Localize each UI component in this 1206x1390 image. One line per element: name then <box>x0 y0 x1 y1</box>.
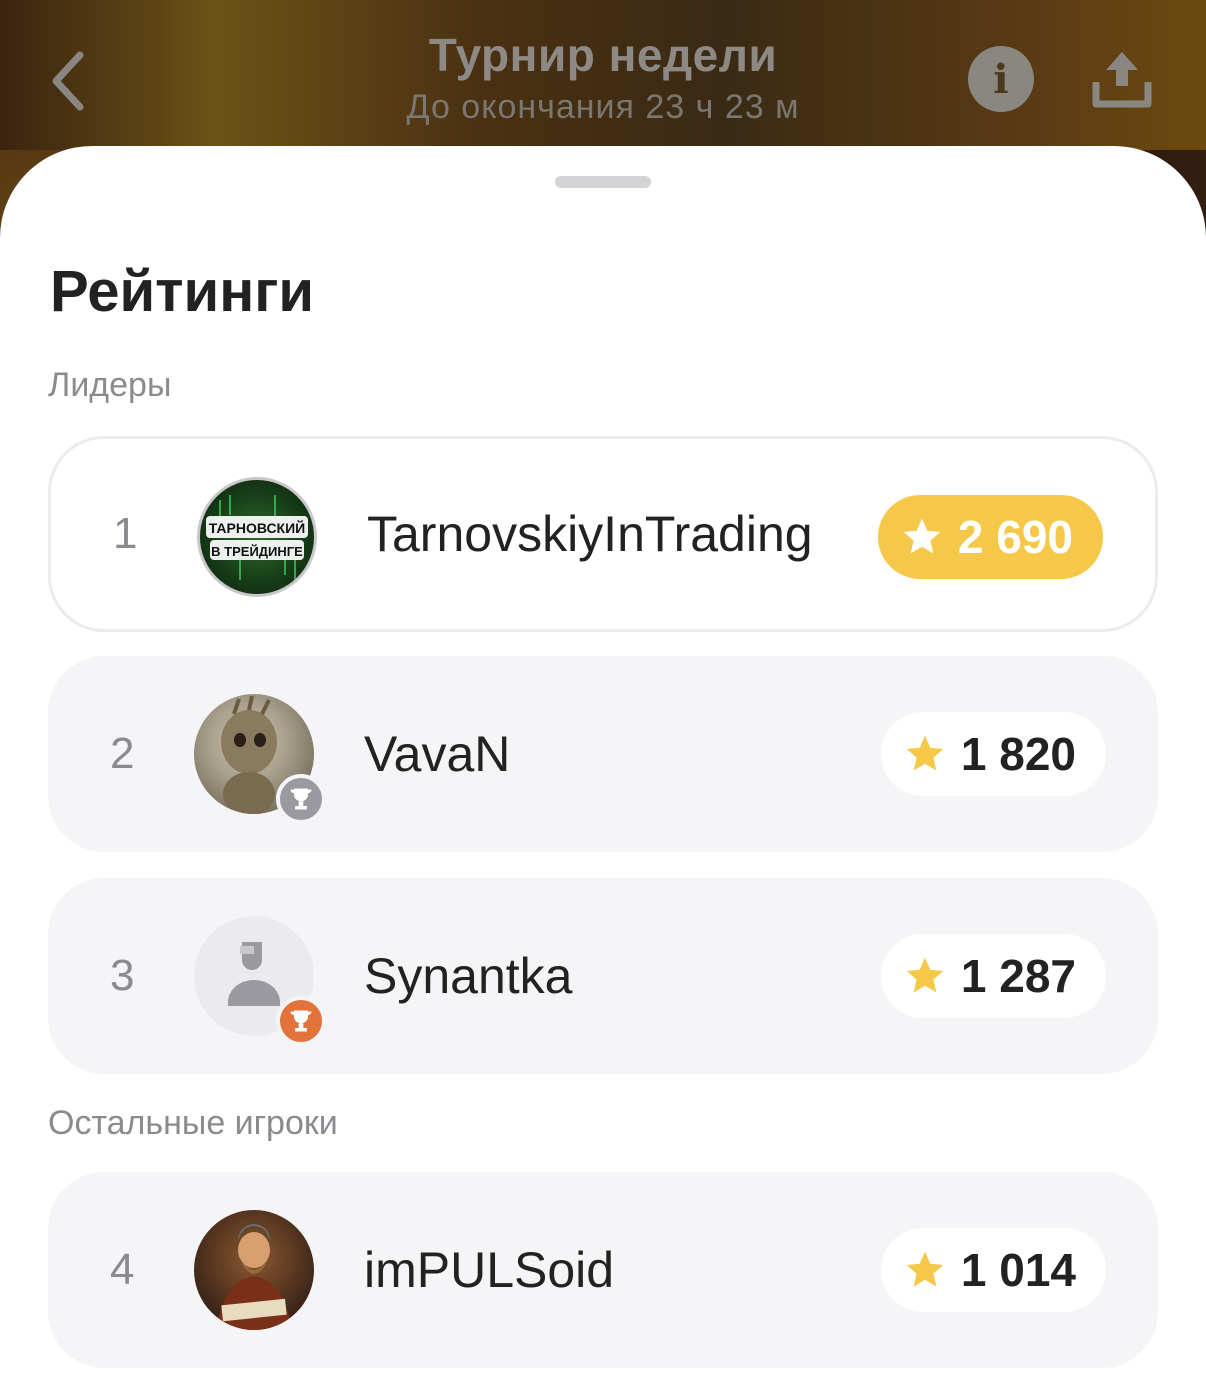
score-badge: 1 287 <box>880 934 1106 1018</box>
star-icon <box>903 732 947 776</box>
player-name: VavaN <box>364 726 511 782</box>
star-icon <box>903 954 947 998</box>
score-badge: 2 690 <box>877 495 1103 579</box>
silver-trophy-icon <box>276 774 326 824</box>
player-rank: 2 <box>110 729 135 778</box>
avatar-text-line-1: ТАРНОВСКИЙ <box>209 519 305 536</box>
player-rank: 1 <box>113 509 138 558</box>
player-row[interactable]: 4 imPULSoid 1 014 <box>48 1172 1158 1368</box>
share-icon <box>1092 52 1152 108</box>
ratings-sheet: Рейтинги Лидеры 1 ТАРНОВСКИЙ В ТРЕЙДИНГЕ… <box>0 146 1206 1390</box>
avatar <box>194 1210 314 1330</box>
player-name: TarnovskiyInTrading <box>367 506 813 562</box>
player-row[interactable]: 3 Synantka 1 287 <box>48 878 1158 1074</box>
score-value: 1 820 <box>960 728 1076 780</box>
player-rank: 4 <box>110 1245 135 1294</box>
player-name: Synantka <box>364 948 573 1004</box>
player-name: imPULSoid <box>364 1242 615 1298</box>
star-icon <box>900 515 944 559</box>
player-row[interactable]: 2 VavaN 1 820 <box>48 656 1158 852</box>
avatar-logo: ТАРНОВСКИЙ В ТРЕЙДИНГЕ <box>206 495 308 580</box>
sheet-drag-handle[interactable] <box>555 176 651 188</box>
score-badge: 1 820 <box>880 712 1106 796</box>
player-rank: 3 <box>110 951 135 1000</box>
star-icon <box>903 1248 947 1292</box>
bronze-trophy-icon <box>276 996 326 1046</box>
score-badge: 1 014 <box>880 1228 1106 1312</box>
info-icon: i <box>993 55 1009 103</box>
avatar-text-line-2: В ТРЕЙДИНГЕ <box>211 544 303 559</box>
player-row[interactable]: 1 ТАРНОВСКИЙ В ТРЕЙДИНГЕ TarnovskiyInTra… <box>48 436 1158 632</box>
leaders-label: Лидеры <box>48 366 172 404</box>
header: Турнир недели До окончания 23 ч 23 м i <box>0 0 1206 150</box>
share-button[interactable] <box>1088 44 1156 112</box>
ratings-title: Рейтинги <box>50 259 315 324</box>
score-value: 2 690 <box>957 511 1073 563</box>
others-label: Остальные игроки <box>48 1104 338 1142</box>
score-value: 1 287 <box>960 950 1076 1002</box>
avatar: ТАРНОВСКИЙ В ТРЕЙДИНГЕ <box>197 477 317 597</box>
score-value: 1 014 <box>960 1244 1076 1296</box>
info-button[interactable]: i <box>968 46 1034 112</box>
